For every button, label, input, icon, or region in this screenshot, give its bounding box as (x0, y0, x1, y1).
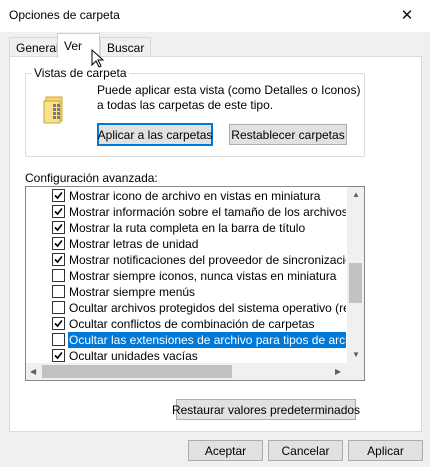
tab-panel-ver: Vistas de carpeta Puede aplicar esta vis… (9, 56, 422, 432)
checkbox[interactable] (52, 269, 65, 282)
scroll-up-icon[interactable]: ▲ (352, 191, 360, 199)
settings-item-label: Ocultar archivos protegidos del sistema … (69, 301, 346, 315)
settings-item-label: Mostrar siempre iconos, nunca vistas en … (69, 269, 337, 283)
close-icon: ✕ (400, 7, 414, 24)
settings-item-label: Mostrar información sobre el tamaño de l… (69, 205, 346, 219)
checkbox[interactable] (52, 317, 65, 330)
checkbox[interactable] (52, 285, 65, 298)
settings-item-label: Ocultar las extensiones de archivo para … (68, 332, 346, 348)
close-button[interactable]: ✕ (384, 0, 430, 30)
checkmark-icon (54, 207, 63, 216)
checkmark-icon (54, 255, 63, 264)
checkmark-icon (54, 351, 63, 360)
settings-item-label: Mostrar notificaciones del proveedor de … (69, 253, 346, 267)
apply-button[interactable]: Aplicar (348, 440, 423, 461)
checkbox[interactable] (52, 333, 65, 346)
checkbox[interactable] (52, 189, 65, 202)
cancel-button[interactable]: Cancelar (268, 440, 343, 461)
horizontal-scrollbar[interactable]: ◀ ▶ (26, 363, 347, 380)
checkmark-icon (54, 319, 63, 328)
apply-to-folders-button[interactable]: Aplicar a las carpetas (97, 123, 213, 146)
folder-views-description: Puede aplicar esta vista (como Detalles … (97, 83, 361, 112)
settings-item[interactable]: Ocultar las extensiones de archivo para … (26, 332, 346, 348)
checkmark-icon (54, 223, 63, 232)
settings-item-label: Mostrar la ruta completa en la barra de … (69, 221, 306, 235)
settings-item[interactable]: Ocultar unidades vacías (26, 348, 346, 363)
tab-label: Ver (64, 39, 83, 53)
scroll-left-icon[interactable]: ◀ (30, 368, 36, 376)
settings-item[interactable]: Mostrar icono de archivo en vistas en mi… (26, 188, 346, 204)
settings-item[interactable]: Mostrar letras de unidad (26, 236, 346, 252)
settings-item-label: Mostrar icono de archivo en vistas en mi… (69, 189, 321, 203)
advanced-settings-list[interactable]: Mostrar icono de archivo en vistas en mi… (25, 186, 365, 381)
window-title: Opciones de carpeta (9, 8, 120, 22)
settings-item-label: Ocultar conflictos de combinación de car… (69, 317, 315, 331)
tab-label: Buscar (107, 40, 145, 55)
settings-item[interactable]: Ocultar conflictos de combinación de car… (26, 316, 346, 332)
checkbox[interactable] (52, 221, 65, 234)
checkmark-icon (54, 191, 63, 200)
checkbox[interactable] (52, 237, 65, 250)
settings-item[interactable]: Mostrar siempre iconos, nunca vistas en … (26, 268, 346, 284)
settings-item[interactable]: Mostrar notificaciones del proveedor de … (26, 252, 346, 268)
vertical-scroll-thumb[interactable] (349, 263, 362, 303)
settings-item-label: Mostrar siempre menús (69, 285, 196, 299)
advanced-settings-label: Configuración avanzada: (25, 171, 158, 185)
checkbox[interactable] (52, 205, 65, 218)
checkbox[interactable] (52, 349, 65, 362)
settings-item[interactable]: Ocultar archivos protegidos del sistema … (26, 300, 346, 316)
checkbox[interactable] (52, 301, 65, 314)
settings-item[interactable]: Mostrar siempre menús (26, 284, 346, 300)
folder-views-group: Vistas de carpeta Puede aplicar esta vis… (25, 66, 365, 157)
accept-button[interactable]: Aceptar (188, 440, 263, 461)
settings-item-label: Ocultar unidades vacías (69, 349, 198, 363)
settings-item[interactable]: Mostrar la ruta completa en la barra de … (26, 220, 346, 236)
settings-item-label: Mostrar letras de unidad (69, 237, 199, 251)
checkbox[interactable] (52, 253, 65, 266)
scroll-right-icon[interactable]: ▶ (335, 368, 341, 376)
vertical-scrollbar[interactable]: ▲ ▼ (347, 187, 364, 363)
horizontal-scroll-thumb[interactable] (42, 365, 232, 378)
checkmark-icon (54, 239, 63, 248)
scrollbar-corner (347, 363, 364, 380)
tab-buscar[interactable]: Buscar (100, 37, 152, 57)
tab-label: General (16, 40, 59, 55)
mouse-pointer-icon (91, 49, 105, 68)
settings-item[interactable]: Mostrar información sobre el tamaño de l… (26, 204, 346, 220)
advanced-settings-rows: Mostrar icono de archivo en vistas en mi… (26, 187, 346, 363)
group-label: Vistas de carpeta (32, 66, 129, 80)
scroll-down-icon[interactable]: ▼ (352, 351, 360, 359)
reset-folders-button[interactable]: Restablecer carpetas (229, 124, 347, 145)
title-bar: Opciones de carpeta ✕ (0, 0, 430, 32)
folder-icon (40, 93, 72, 125)
restore-defaults-button[interactable]: Restaurar valores predeterminados (172, 399, 360, 420)
